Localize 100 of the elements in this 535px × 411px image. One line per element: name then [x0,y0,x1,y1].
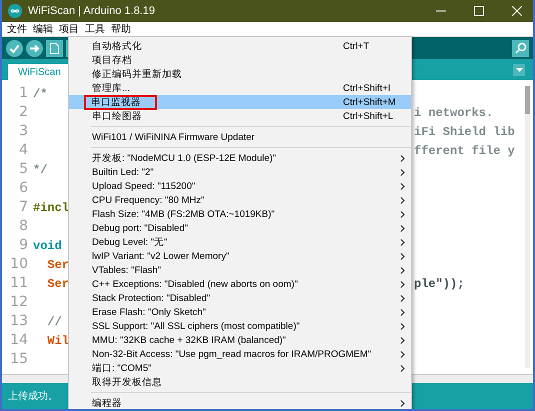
menu-item[interactable]: C++ Exceptions: "Disabled (new aborts on oom)" [69,277,411,291]
line-number: 11 [9,274,28,290]
menu-item-label: Non-32-Bit Access: "Use pgm_read macros for IRAM/PROGMEM" [92,348,372,360]
chevron-icon [400,400,405,406]
menu-bar-item[interactable]: 文件 [4,22,30,36]
app-logo-icon [8,4,22,18]
code-text: void [32,238,62,252]
menu-item[interactable]: 取得开发板信息 [69,375,411,389]
menu-item[interactable]: 串口绘图器 Ctrl+Shift+L [69,109,411,123]
window-title: WiFiScan | Arduino 1.8.19 [28,5,156,17]
line-number: 5 [18,160,28,176]
code-text: // [46,314,62,328]
line-number: 13 [9,312,28,328]
code-text: iFi Shield lib [414,124,515,138]
menu-item[interactable]: 端口: "COM5" [69,361,411,375]
maximize-icon [474,6,484,16]
code-text: Wil [46,334,70,348]
line-number: 4 [18,142,28,158]
verify-button[interactable] [6,40,23,56]
menu-bar-item[interactable]: 编辑 [30,22,56,36]
menu-item[interactable]: Flash Size: "4MB (FS:2MB OTA:~1019KB)" [69,207,411,221]
menu-item[interactable]: 管理库... Ctrl+Shift+I [69,81,411,95]
code-text: i networks. [414,106,494,120]
close-icon [512,6,522,16]
menu-item[interactable]: SSL Support: "All SSL ciphers (most compatible)" [69,319,411,333]
menu-item-label: Builtin Led: "2" [92,166,155,178]
menu-item[interactable]: Builtin Led: "2" [69,165,411,179]
line-number: 14 [9,332,28,348]
menu-item-label: 自动格式化 [92,40,143,52]
line-number: 8 [18,218,28,234]
code-text: ple")); [414,276,464,290]
menu-item-label: 取得开发板信息 [92,376,163,388]
menu-item-label: Erase Flash: "Only Sketch" [92,306,207,318]
menu-item[interactable]: CPU Frequency: "80 MHz" [69,193,411,207]
shortcut-label: Ctrl+Shift+I [343,82,392,94]
line-number: 12 [9,294,28,310]
menu-item[interactable]: WiFi101 / WiFiNINA Firmware Updater [69,130,411,144]
annotated-label: 串口监视器 [84,94,157,110]
line-number: 1 [18,84,28,100]
upload-button[interactable] [26,40,43,56]
menu-item-label: 管理库... [92,82,131,94]
line-number: 3 [18,122,28,138]
menu-item-label: Stack Protection: "Disabled" [92,292,212,304]
menu-item-label: MMU: "32KB cache + 32KB IRAM (balanced)" [92,334,287,346]
menu-item[interactable]: 项目存档 [69,53,411,67]
code-text: /* [32,86,48,100]
code-text: #incl [32,200,70,214]
menu-bar-item[interactable]: 项目 [56,22,82,36]
menu-item-label: 开发板: "NodeMCU 1.0 (ESP-12E Module)" [92,152,278,164]
menu-item[interactable]: Upload Speed: "115200" [69,179,411,193]
menu-item-label: Upload Speed: "115200" [92,180,196,192]
menu-item-label: 端口: "COM5" [92,362,152,374]
line-number: 9 [18,236,28,252]
menu-item-label: lwIP Variant: "v2 Lower Memory" [92,250,230,262]
shortcut-label: Ctrl+Shift+M [343,96,397,108]
menu-item-label: Flash Size: "4MB (FS:2MB OTA:~1019KB)" [92,208,276,220]
line-number: 10 [9,256,28,272]
menu-item[interactable]: 修正编码并重新加载 [69,67,411,81]
file-tab[interactable]: WiFiScan [8,64,71,80]
status-message: 上传成功。 [8,390,58,403]
dropdown-triangle-icon [516,68,522,72]
menu-item[interactable]: Non-32-Bit Access: "Use pgm_read macros for IRAM/PROGMEM" [69,347,411,361]
shortcut-label: Ctrl+Shift+L [343,110,394,122]
menu-item-label: CPU Frequency: "80 MHz" [92,194,206,206]
magnifier-icon [514,42,526,54]
menu-item[interactable]: 编程器 [69,396,411,409]
line-number: 15 [9,350,28,366]
code-text: Ser [46,258,70,272]
menu-item-label: 编程器 [92,396,123,409]
menu-bar-item[interactable]: 工具 [82,22,108,36]
shortcut-label: Ctrl+T [343,40,370,52]
new-file-button[interactable] [46,40,63,56]
line-number: 2 [18,104,28,120]
menu-item[interactable]: Stack Protection: "Disabled" [69,291,411,305]
menu-item-label: VTables: "Flash" [92,264,162,276]
document-icon [50,42,59,54]
code-text: */ [32,162,48,176]
menu-item-label: SSL Support: "All SSL ciphers (most compatible)" [92,320,301,332]
menu-item-label: WiFi101 / WiFiNINA Firmware Updater [92,132,256,142]
code-text: Ser [46,276,70,290]
menu-item-label: C++ Exceptions: "Disabled (new aborts on oom)" [92,278,299,290]
menu-item[interactable]: Debug port: "Disabled" [69,221,411,235]
menu-item[interactable]: Debug Level: "无" [69,235,411,249]
scrollbar[interactable] [525,86,530,368]
arrow-right-icon [29,42,40,54]
menu-item[interactable]: 开发板: "NodeMCU 1.0 (ESP-12E Module)" [69,151,411,165]
menu-bar-item[interactable]: 帮助 [108,22,134,36]
menu-item[interactable]: VTables: "Flash" [69,263,411,277]
line-number: 7 [18,198,28,214]
serial-monitor-button[interactable] [512,40,529,56]
menu-item-label: Debug Level: "无" [92,236,168,248]
checkmark-icon [9,42,20,54]
code-text: fferent file y [414,144,515,158]
menu-item[interactable]: MMU: "32KB cache + 32KB IRAM (balanced)" [69,333,411,347]
menu-item[interactable]: 串口监视器 Ctrl+Shift+M [69,95,411,109]
menu-item-label: Debug port: "Disabled" [92,222,189,234]
menu-item[interactable]: lwIP Variant: "v2 Lower Memory" [69,249,411,263]
tab-menu-button[interactable] [513,64,525,76]
menu-item[interactable]: Erase Flash: "Only Sketch" [69,305,411,319]
menu-item-label: 串口绘图器 [92,110,143,122]
